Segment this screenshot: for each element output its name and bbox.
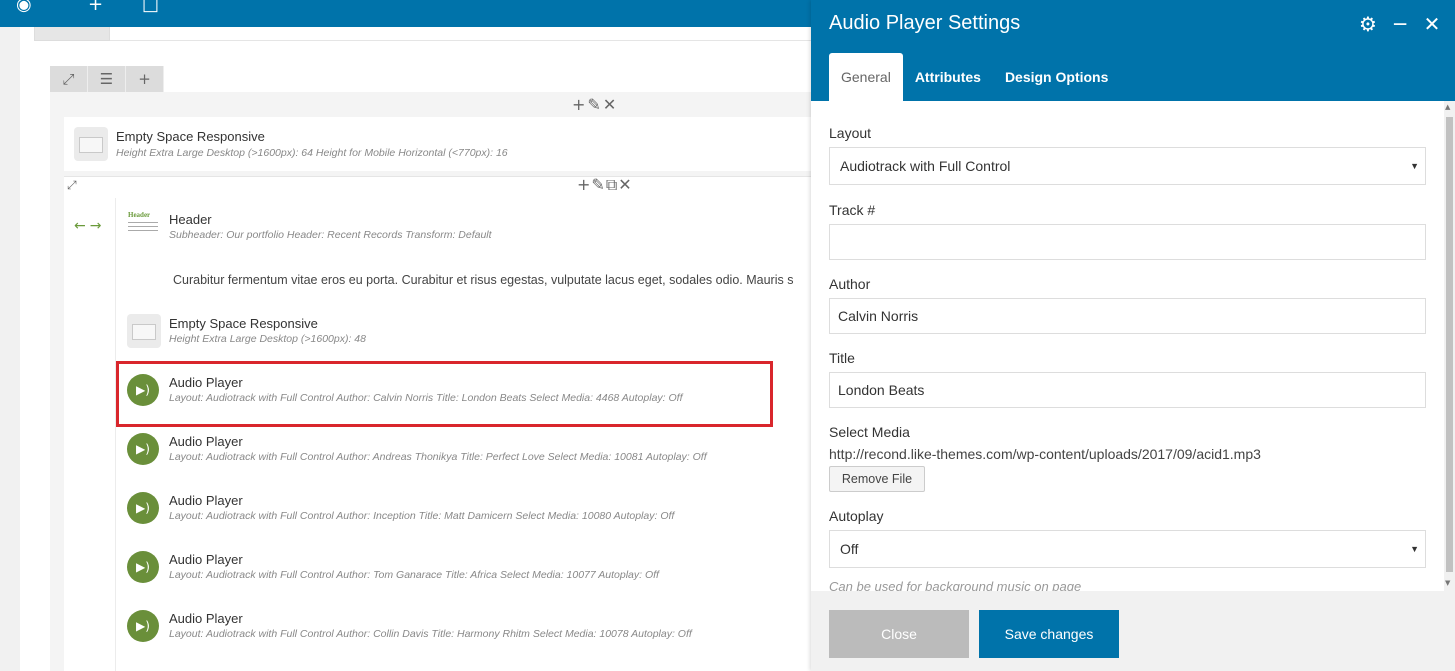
close-icon[interactable]: ✕ [1421, 12, 1443, 36]
expand-icon[interactable]: ⤢ [50, 66, 88, 92]
element-empty-space[interactable]: Empty Space Responsive Height Extra Larg… [117, 308, 807, 352]
autoplay-label: Autoplay [829, 508, 884, 524]
edit-icon[interactable]: ✎ [587, 95, 602, 114]
delete-icon[interactable]: ✕ [618, 175, 632, 194]
modal-footer: Close Save changes [811, 591, 1455, 671]
layout-value: Audiotrack with Full Control [840, 158, 1011, 174]
add-icon[interactable]: + [126, 66, 164, 92]
modal-header: Audio Player Settings ⚙ ─ ✕ General Attr… [811, 0, 1455, 101]
media-url: http://recond.like-themes.com/wp-content… [829, 446, 1261, 462]
layout-select[interactable]: Audiotrack with Full Control ▼ [829, 147, 1426, 185]
element-empty-space[interactable]: Empty Space Responsive Height Extra Larg… [64, 117, 820, 171]
column-arrows[interactable]: ←→ [74, 218, 105, 234]
author-input[interactable]: Calvin Norris [829, 298, 1426, 334]
audio-icon: ▶) [127, 610, 159, 642]
remove-file-button[interactable]: Remove File [829, 466, 925, 492]
settings-modal: Audio Player Settings ⚙ ─ ✕ General Attr… [811, 0, 1455, 671]
inner-row-actions: +✎⧉✕ [577, 175, 633, 195]
close-button[interactable]: Close [829, 610, 969, 658]
add-icon[interactable]: + [572, 95, 587, 114]
element-title[interactable]: Header [169, 212, 212, 227]
gear-icon[interactable]: ⚙ [1357, 12, 1379, 36]
title-label: Title [829, 350, 855, 366]
element-params: Height Extra Large Desktop (>1600px): 64… [116, 147, 508, 159]
row-controls: ⤢ ☰ + [50, 66, 164, 92]
element-params: Layout: Audiotrack with Full Control Aut… [169, 451, 707, 463]
media-label: Select Media [829, 424, 910, 440]
row-actions: +✎✕ [572, 95, 618, 114]
scrollbar-thumb[interactable] [1446, 117, 1453, 572]
audio-icon: ▶) [127, 433, 159, 465]
element-title: Empty Space Responsive [116, 129, 265, 144]
add-icon[interactable]: + [577, 175, 591, 194]
text-block[interactable]: Curabitur fermentum vitae eros eu porta.… [173, 273, 813, 287]
autoplay-select[interactable]: Off ▼ [829, 530, 1426, 568]
minimize-icon[interactable]: ─ [1389, 12, 1411, 36]
tab-attributes[interactable]: Attributes [903, 53, 993, 101]
element-title[interactable]: Audio Player [169, 493, 243, 508]
modal-header-icons: ⚙ ─ ✕ [1357, 12, 1443, 36]
autoplay-hint: Can be used for background music on page [829, 579, 1082, 591]
delete-icon[interactable]: ✕ [603, 95, 618, 114]
modal-scrollbar[interactable]: ▲ ▼ [1444, 101, 1455, 591]
autoplay-value: Off [840, 541, 859, 557]
chevron-down-icon: ▼ [1410, 544, 1419, 554]
element-params: Height Extra Large Desktop (>1600px): 48 [169, 333, 366, 345]
element-params: Subheader: Our portfolio Header: Recent … [169, 229, 492, 241]
layout-label: Layout [829, 125, 872, 141]
track-label: Track # [829, 202, 876, 218]
row-layout-icon[interactable]: ☰ [88, 66, 126, 92]
title-input[interactable]: London Beats [829, 372, 1426, 408]
template-icon[interactable]: □ [142, 0, 159, 14]
edit-icon[interactable]: ✎ [591, 175, 605, 194]
header-icon: Header [128, 211, 158, 239]
element-title[interactable]: Audio Player [169, 611, 243, 626]
audio-icon: ▶) [127, 492, 159, 524]
modal-title: Audio Player Settings [829, 12, 1021, 34]
element-params: Layout: Audiotrack with Full Control Aut… [169, 569, 659, 581]
scroll-down-icon[interactable]: ▼ [1445, 579, 1450, 587]
chevron-down-icon: ▼ [1410, 161, 1419, 171]
tab-design-options[interactable]: Design Options [993, 53, 1120, 101]
new-content-icon[interactable]: + [88, 0, 103, 14]
expand-icon[interactable]: ⤢ [67, 178, 77, 193]
empty-space-icon [74, 127, 108, 161]
tab-general[interactable]: General [829, 53, 903, 101]
track-input[interactable] [829, 224, 1426, 260]
author-label: Author [829, 276, 871, 292]
modal-tabs: General Attributes Design Options [829, 53, 1120, 101]
element-params: Layout: Audiotrack with Full Control Aut… [169, 510, 675, 522]
save-changes-button[interactable]: Save changes [979, 610, 1119, 658]
section-controls[interactable] [34, 27, 110, 41]
comment-icon[interactable]: ◉ [16, 0, 32, 14]
element-title[interactable]: Audio Player [169, 552, 243, 567]
audio-icon: ▶) [127, 551, 159, 583]
divider [110, 40, 820, 41]
scroll-up-icon[interactable]: ▲ [1445, 103, 1450, 111]
element-title: Empty Space Responsive [169, 316, 318, 331]
empty-space-icon [127, 314, 161, 348]
element-title[interactable]: Audio Player [169, 434, 243, 449]
modal-body: Layout Audiotrack with Full Control ▼ Tr… [811, 101, 1455, 591]
element-params: Layout: Audiotrack with Full Control Aut… [169, 628, 692, 640]
selection-highlight [116, 361, 773, 427]
clone-icon[interactable]: ⧉ [606, 175, 618, 194]
